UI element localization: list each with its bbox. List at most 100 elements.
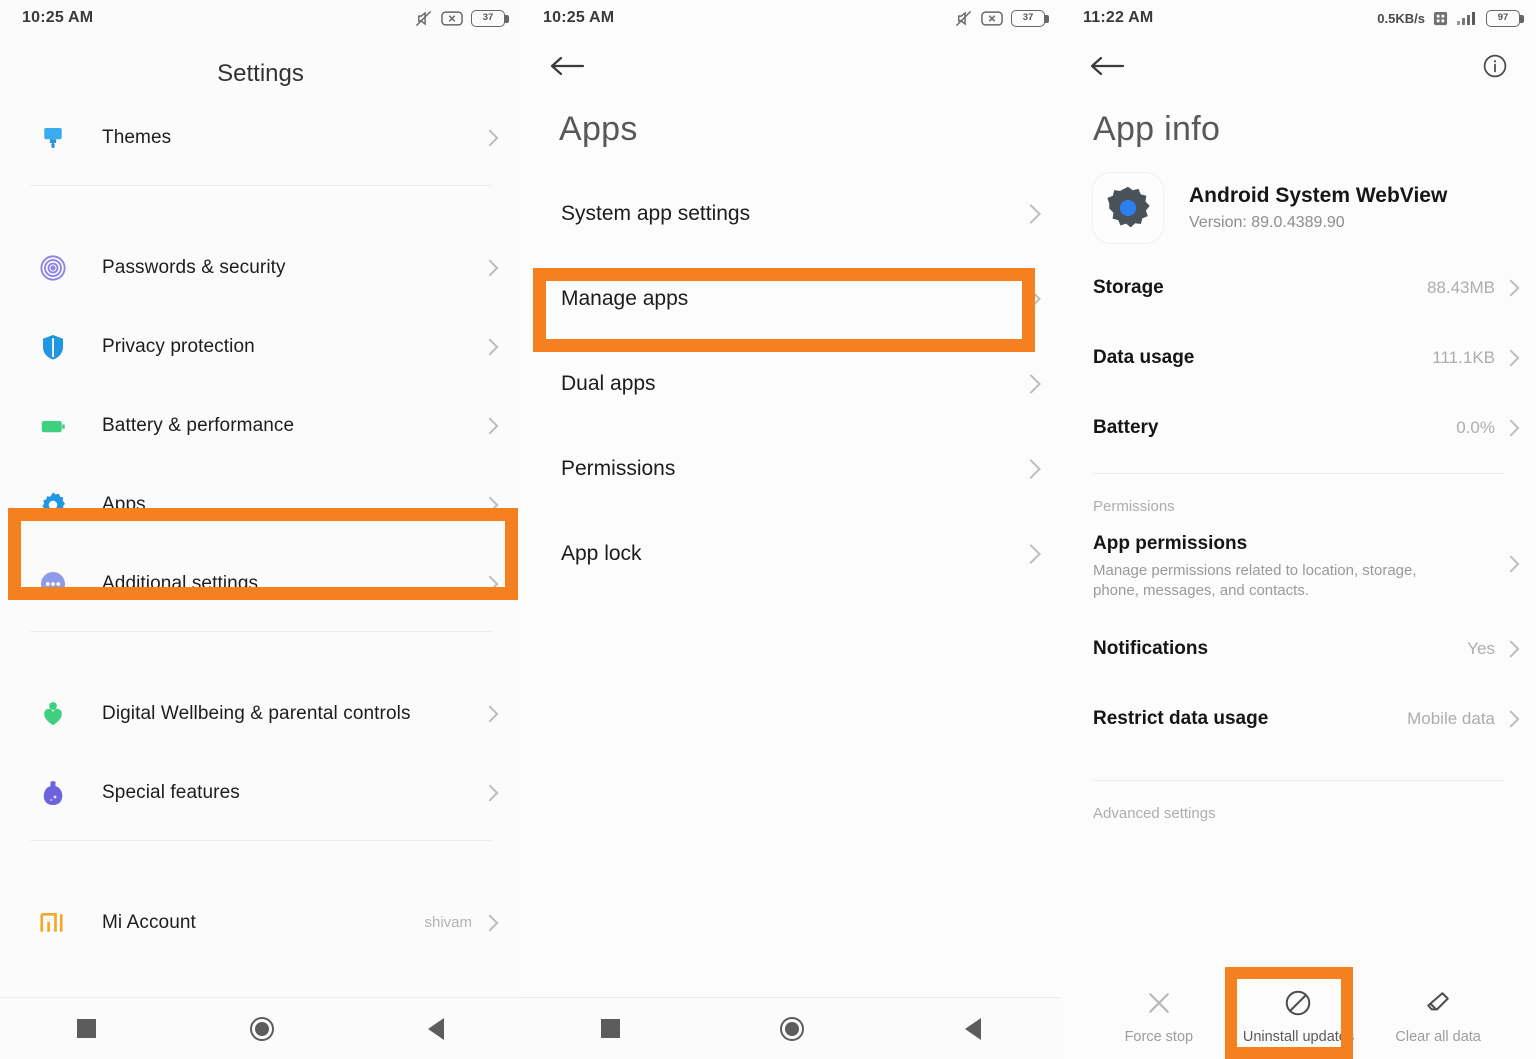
sidebar-item-label: Special features <box>102 781 240 803</box>
sidebar-item-additional-settings[interactable]: Additional settings <box>0 544 521 623</box>
permissions-list: App permissions Manage permissions relat… <box>1061 523 1536 754</box>
list-item-notifications[interactable]: Notifications Yes <box>1061 614 1536 684</box>
eraser-icon <box>1423 983 1453 1023</box>
home-circle-icon[interactable] <box>250 1016 274 1041</box>
chevron-right-icon <box>1505 555 1516 573</box>
chevron-right-icon <box>484 784 495 802</box>
sidebar-item-label: Privacy protection <box>102 335 255 357</box>
chevron-right-icon <box>1505 640 1516 658</box>
divider <box>1093 473 1504 474</box>
status-bar-2: 10:25 AM 37 <box>521 0 1061 36</box>
apps-list: System app settings Manage apps Dual app… <box>521 149 1061 596</box>
sidebar-item-special-features[interactable]: Special features <box>0 753 521 832</box>
fingerprint-icon <box>30 245 76 291</box>
navigation-bar-1 <box>0 997 521 1059</box>
mi-logo-icon <box>30 900 76 946</box>
list-item-label: Notifications <box>1093 637 1209 659</box>
screenshot-collage: 10:25 AM 37 Settings Themes Passwords & … <box>0 0 1536 1059</box>
sidebar-item-label: Themes <box>102 126 172 148</box>
mute-icon <box>414 9 433 28</box>
text-block: App permissions Manage permissions relat… <box>1093 533 1463 602</box>
list-item-label: Battery <box>1093 417 1159 438</box>
chevron-right-icon <box>1024 459 1035 479</box>
chevron-right-icon <box>484 259 495 277</box>
back-triangle-icon[interactable] <box>964 1017 981 1040</box>
no-entry-icon <box>1283 983 1313 1023</box>
sidebar-item-label: Passwords & security <box>102 256 286 278</box>
list-item-value: 111.1KB <box>1432 348 1495 367</box>
clear-all-data-button[interactable]: Clear all data <box>1376 983 1501 1045</box>
sidebar-item-label: Mi Account <box>102 911 196 933</box>
panel-settings: 10:25 AM 37 Settings Themes Passwords & … <box>0 0 521 1059</box>
status-icons: 37 <box>414 9 509 28</box>
action-label: Clear all data <box>1395 1029 1481 1045</box>
section-label-permissions: Permissions <box>1093 498 1175 515</box>
list-item-battery[interactable]: Battery 0.0% <box>1061 393 1536 463</box>
status-icons: 37 <box>954 9 1049 28</box>
battery-level: 37 <box>482 12 494 24</box>
list-item-value: Yes <box>1467 638 1495 658</box>
home-circle-icon[interactable] <box>780 1016 805 1041</box>
chevron-right-icon <box>1505 279 1516 297</box>
info-icon[interactable] <box>1482 53 1510 81</box>
list-item-app-permissions[interactable]: App permissions Manage permissions relat… <box>1061 523 1536 614</box>
list-item-value: 88.43MB <box>1426 278 1495 297</box>
uninstall-updates-button[interactable]: Uninstall updates <box>1236 983 1361 1045</box>
status-bar-3: 11:22 AM 0.5KB/s 97 <box>1061 0 1536 36</box>
section-label-advanced: Advanced settings <box>1093 804 1216 822</box>
list-item-label: App lock <box>561 541 642 565</box>
list-item-label: App permissions <box>1093 533 1248 554</box>
divider <box>30 840 491 841</box>
list-item-data-usage[interactable]: Data usage 111.1KB <box>1061 323 1536 393</box>
list-item-manage-apps[interactable]: Manage apps <box>521 256 1061 341</box>
page-title: Apps <box>559 110 638 148</box>
list-item-dual-apps[interactable]: Dual apps <box>521 341 1061 426</box>
page-title: App info <box>1093 110 1221 148</box>
chevron-right-icon <box>484 705 495 723</box>
sidebar-item-apps[interactable]: Apps <box>0 465 521 544</box>
chevron-right-icon <box>1024 374 1035 394</box>
battery-icon: 37 <box>471 9 509 27</box>
paintbrush-icon <box>30 115 76 161</box>
list-item-app-lock[interactable]: App lock <box>521 511 1061 596</box>
sidebar-item-digital-wellbeing[interactable]: Digital Wellbeing & parental controls <box>0 674 521 753</box>
divider <box>1093 779 1504 781</box>
back-triangle-icon[interactable] <box>428 1017 444 1040</box>
sidebar-item-label: Additional settings <box>102 572 259 594</box>
list-item-value: 0.0% <box>1456 418 1495 437</box>
flask-icon <box>30 770 76 816</box>
gear-icon <box>30 482 76 528</box>
toolbar-3 <box>1061 36 1536 98</box>
list-item-value: Mobile data <box>1407 708 1495 728</box>
list-item-label: System app settings <box>561 201 751 225</box>
recents-square-icon[interactable] <box>77 1019 96 1038</box>
chevron-right-icon <box>1024 289 1035 309</box>
chevron-right-icon <box>1024 204 1035 224</box>
list-item-label: Restrict data usage <box>1093 707 1269 729</box>
chevron-right-icon <box>484 496 495 514</box>
sidebar-item-privacy-protection[interactable]: Privacy protection <box>0 307 521 386</box>
recents-square-icon[interactable] <box>601 1019 621 1038</box>
panel-apps: 10:25 AM 37 Apps System app settings Man… <box>521 0 1061 1059</box>
chevron-right-icon <box>484 417 495 435</box>
sidebar-item-mi-account[interactable]: Mi Account shivam <box>0 883 521 962</box>
list-item-storage[interactable]: Storage 88.43MB <box>1061 253 1536 323</box>
x-box-icon <box>441 10 463 26</box>
back-arrow-icon[interactable] <box>1087 53 1127 81</box>
back-arrow-icon[interactable] <box>547 53 587 81</box>
sidebar-item-label: Digital Wellbeing & parental controls <box>102 702 411 724</box>
more-dots-icon <box>30 561 76 607</box>
sidebar-item-passwords-security[interactable]: Passwords & security <box>0 228 521 307</box>
list-item-restrict-data-usage[interactable]: Restrict data usage Mobile data <box>1061 684 1536 754</box>
sidebar-item-battery-performance[interactable]: Battery & performance <box>0 386 521 465</box>
list-item-permissions[interactable]: Permissions <box>521 426 1061 511</box>
sidebar-item-themes[interactable]: Themes <box>0 98 521 177</box>
list-item-system-app-settings[interactable]: System app settings <box>521 171 1061 256</box>
square-icon <box>1433 11 1448 26</box>
battery-level: 37 <box>1022 12 1034 24</box>
app-meta: Android System WebView Version: 89.0.438… <box>1189 184 1447 232</box>
list-item-subtitle: Manage permissions related to location, … <box>1093 562 1417 600</box>
chevron-right-icon <box>484 575 495 593</box>
force-stop-button[interactable]: Force stop <box>1096 983 1221 1045</box>
